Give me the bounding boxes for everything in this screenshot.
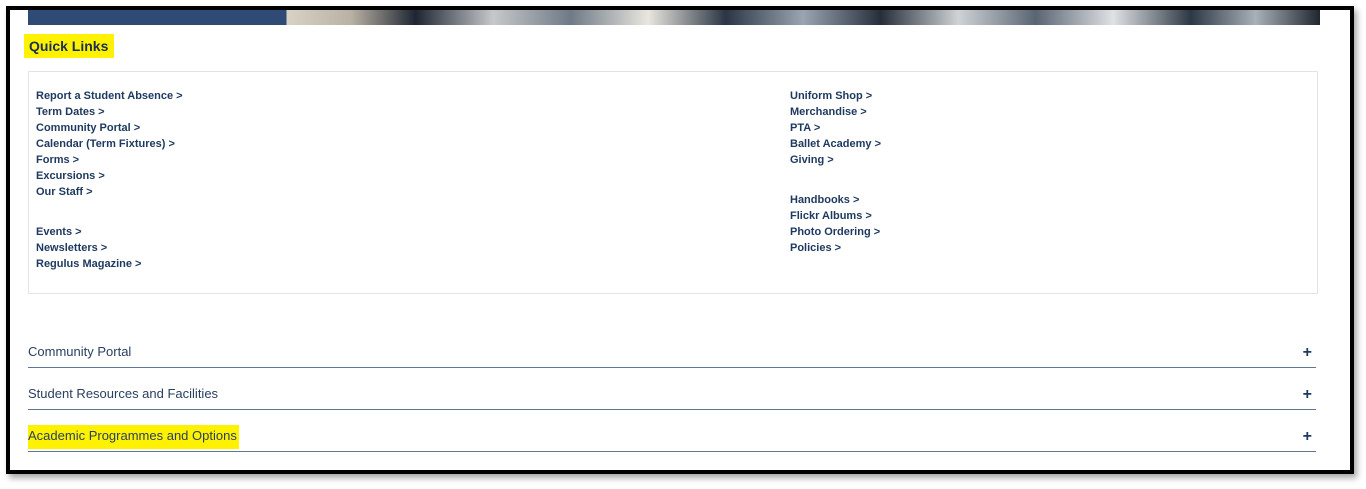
quick-links-right-column: Uniform Shop > Merchandise > PTA > Balle… — [790, 88, 881, 256]
link-regulus-magazine[interactable]: Regulus Magazine > — [36, 256, 183, 272]
link-newsletters[interactable]: Newsletters > — [36, 240, 183, 256]
plus-icon[interactable]: + — [1303, 429, 1312, 445]
link-handbooks[interactable]: Handbooks > — [790, 192, 881, 208]
quick-links-panel: Report a Student Absence > Term Dates > … — [28, 71, 1318, 294]
accordion-label: Academic Programmes and Options — [28, 425, 239, 449]
screenshot-frame: Quick Links Report a Student Absence > T… — [6, 6, 1354, 474]
hero-image — [28, 10, 1320, 25]
plus-icon[interactable]: + — [1303, 345, 1312, 361]
link-policies[interactable]: Policies > — [790, 240, 881, 256]
link-merchandise[interactable]: Merchandise > — [790, 104, 881, 120]
link-community-portal[interactable]: Community Portal > — [36, 120, 183, 136]
accordion-student-resources[interactable]: Student Resources and Facilities + — [28, 383, 1316, 410]
link-photo-ordering[interactable]: Photo Ordering > — [790, 224, 881, 240]
link-giving[interactable]: Giving > — [790, 152, 881, 168]
link-calendar[interactable]: Calendar (Term Fixtures) > — [36, 136, 183, 152]
link-excursions[interactable]: Excursions > — [36, 168, 183, 184]
link-pta[interactable]: PTA > — [790, 120, 881, 136]
link-uniform-shop[interactable]: Uniform Shop > — [790, 88, 881, 104]
link-report-student-absence[interactable]: Report a Student Absence > — [36, 88, 183, 104]
accordion-label: Student Resources and Facilities — [28, 386, 219, 401]
accordion-community-portal[interactable]: Community Portal + — [28, 341, 1316, 368]
link-events[interactable]: Events > — [36, 224, 183, 240]
plus-icon[interactable]: + — [1303, 387, 1312, 403]
quick-links-heading: Quick Links — [24, 34, 115, 58]
link-our-staff[interactable]: Our Staff > — [36, 184, 183, 200]
link-flickr-albums[interactable]: Flickr Albums > — [790, 208, 881, 224]
link-forms[interactable]: Forms > — [36, 152, 183, 168]
link-ballet-academy[interactable]: Ballet Academy > — [790, 136, 881, 152]
quick-links-left-column: Report a Student Absence > Term Dates > … — [36, 88, 183, 272]
accordion-academic-programmes[interactable]: Academic Programmes and Options + — [28, 425, 1316, 452]
link-term-dates[interactable]: Term Dates > — [36, 104, 183, 120]
accordion-label: Community Portal — [28, 344, 132, 359]
